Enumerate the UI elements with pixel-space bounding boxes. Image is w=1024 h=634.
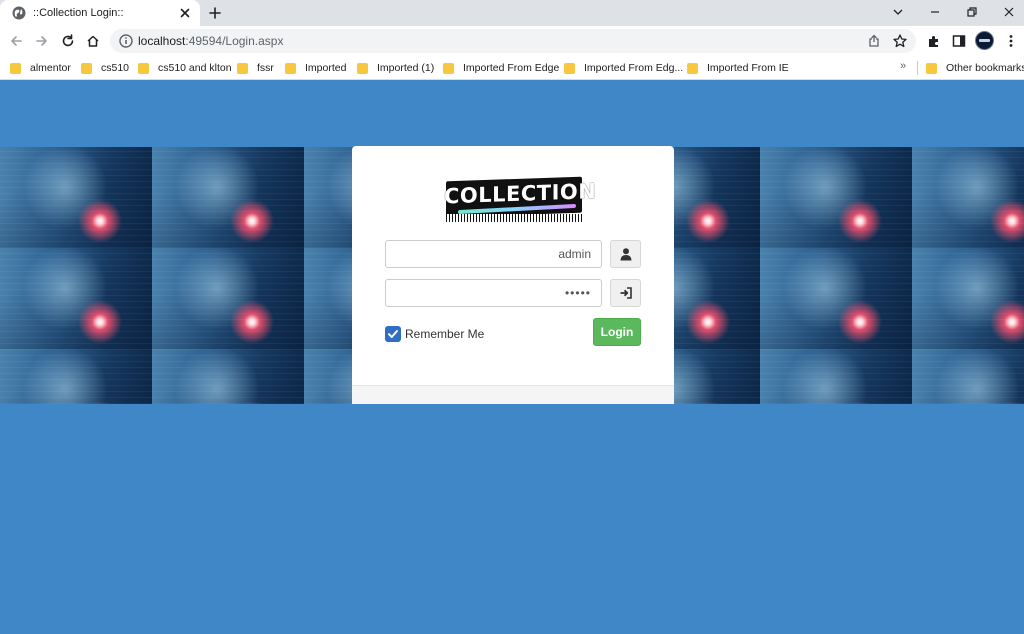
other-bookmarks[interactable]: Other bookmarks	[926, 60, 1024, 76]
bookmarks-bar: almentor cs510 cs510 and klton fssr Impo…	[0, 56, 1024, 80]
folder-icon	[10, 62, 21, 74]
bookmark-item[interactable]: cs510	[81, 60, 129, 76]
tab-strip: ::Collection Login::	[0, 0, 1024, 26]
share-icon[interactable]	[866, 33, 882, 49]
other-bookmarks-label: Other bookmarks	[946, 62, 1024, 74]
password-addon[interactable]	[610, 279, 641, 307]
checkmark-icon	[388, 329, 398, 338]
logo-text: COLLECTION	[444, 179, 597, 209]
bookmark-label: Imported	[305, 62, 347, 74]
folder-icon	[237, 62, 248, 74]
chevron-down-icon[interactable]	[890, 4, 906, 20]
folder-icon	[81, 62, 92, 74]
logo-barcode	[446, 214, 582, 222]
reload-icon[interactable]	[60, 33, 76, 49]
tab-collection-login[interactable]: ::Collection Login::	[0, 0, 200, 26]
page-body: COLLECTION Remember Me Login	[0, 81, 1024, 634]
folder-icon	[138, 62, 149, 74]
window-close-icon[interactable]	[1001, 4, 1017, 20]
bookmark-label: cs510 and klton	[158, 62, 232, 74]
sign-in-icon	[620, 287, 632, 299]
bookmark-label: fssr	[257, 62, 274, 74]
remember-me-label: Remember Me	[405, 326, 485, 341]
folder-icon	[687, 62, 698, 74]
tab-title: ::Collection Login::	[33, 7, 124, 19]
bookmark-item[interactable]: cs510 and klton	[138, 60, 232, 76]
bookmark-item[interactable]: almentor	[10, 60, 71, 76]
back-arrow-icon[interactable]	[8, 33, 24, 49]
bookmark-label: Imported From Edge	[463, 62, 560, 74]
bookmark-label: almentor	[30, 62, 71, 74]
bookmark-label: cs510	[101, 62, 130, 74]
globe-icon	[12, 6, 26, 20]
side-panel-icon[interactable]	[951, 33, 967, 49]
login-button[interactable]: Login	[593, 318, 641, 346]
url-host: localhost	[138, 34, 186, 48]
remember-me[interactable]: Remember Me	[385, 325, 484, 342]
username-addon[interactable]	[610, 240, 641, 268]
bookmark-label: Imported (1)	[377, 62, 435, 74]
restore-icon[interactable]	[964, 4, 980, 20]
remember-me-checkbox[interactable]	[385, 325, 401, 342]
folder-icon	[564, 62, 575, 74]
extensions-icon[interactable]	[926, 33, 942, 49]
minimize-icon[interactable]	[927, 4, 943, 20]
plus-icon[interactable]	[207, 5, 223, 21]
bookmarks-divider	[917, 61, 918, 75]
browser-toolbar: localhost:49594/Login.aspx	[0, 26, 1024, 56]
bookmark-item[interactable]: Imported From Edg...	[564, 60, 683, 76]
user-icon	[620, 248, 632, 261]
bookmark-item[interactable]: Imported From Edge	[443, 60, 559, 76]
bookmark-label: Imported From Edg...	[584, 62, 684, 74]
password-input[interactable]	[385, 279, 602, 307]
username-input[interactable]	[385, 240, 602, 268]
folder-icon	[926, 62, 937, 74]
kebab-menu-icon[interactable]	[1003, 33, 1019, 49]
home-icon[interactable]	[85, 33, 101, 49]
bookmark-item[interactable]: Imported	[285, 60, 346, 76]
panel-footer	[352, 386, 674, 404]
bookmark-item[interactable]: fssr	[237, 60, 274, 76]
bookmark-item[interactable]: Imported (1)	[357, 60, 434, 76]
forward-arrow-icon[interactable]	[34, 33, 50, 49]
folder-icon	[285, 62, 296, 74]
login-panel: COLLECTION Remember Me Login	[352, 146, 674, 404]
more-bookmarks-button[interactable]: »	[900, 60, 906, 72]
bookmark-item[interactable]: Imported From IE	[687, 60, 789, 76]
address-bar[interactable]: localhost:49594/Login.aspx	[110, 29, 916, 53]
folder-icon	[443, 62, 454, 74]
folder-icon	[357, 62, 368, 74]
star-icon[interactable]	[892, 33, 908, 49]
close-icon[interactable]	[178, 6, 192, 20]
info-icon[interactable]	[118, 33, 134, 49]
collection-logo: COLLECTION	[444, 176, 597, 224]
url-text: localhost:49594/Login.aspx	[138, 34, 283, 48]
profile-avatar[interactable]	[975, 31, 994, 50]
bookmark-label: Imported From IE	[707, 62, 789, 74]
url-path: :49594/Login.aspx	[185, 34, 284, 48]
